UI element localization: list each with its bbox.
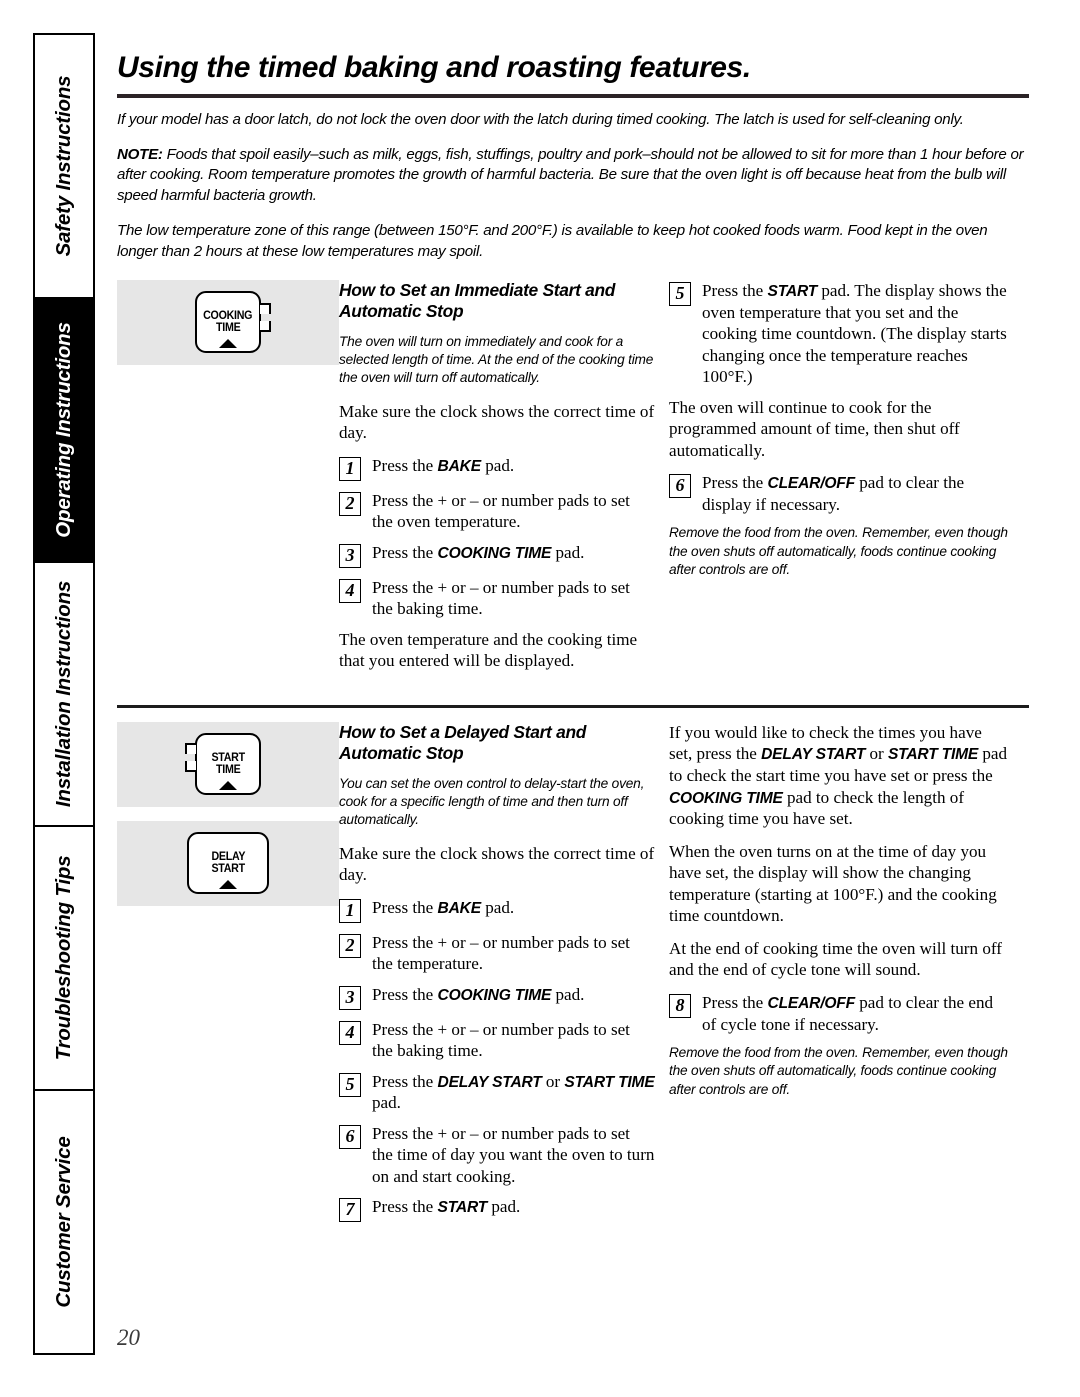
step-number: 2 bbox=[339, 933, 361, 958]
step-item: 2 Press the + or – or number pads to set… bbox=[339, 932, 655, 975]
step-item: 1 Press the BAKE pad. bbox=[339, 897, 655, 923]
triangle-icon bbox=[219, 781, 237, 791]
note-label: NOTE: bbox=[117, 145, 163, 163]
section2-clock-note: Make sure the clock shows the correct ti… bbox=[339, 843, 655, 885]
sidebar-tab-operating-instructions[interactable]: Operating Instructions bbox=[35, 299, 93, 563]
section2-display-note: When the oven turns on at the time of da… bbox=[669, 841, 997, 926]
bracket-mark-icon bbox=[260, 303, 271, 315]
section2-end-of-cycle-note: At the end of cooking time the oven will… bbox=[669, 938, 1002, 980]
pad-label-line2: TIME bbox=[215, 763, 241, 777]
step-text: Press the + or – or number pads to set t… bbox=[372, 577, 630, 619]
section2-right-column: If you would like to check the times you… bbox=[669, 722, 1009, 1232]
step-item: 3 Press the COOKING TIME pad. bbox=[339, 984, 655, 1010]
start-time-pad[interactable]: START TIME bbox=[195, 733, 261, 796]
intro-paragraph-note: NOTE: Foods that spoil easily–such as mi… bbox=[117, 145, 1029, 206]
section2-pad-column: START TIME DELAY START bbox=[117, 721, 339, 1232]
intro-paragraph-latch: If your model has a door latch, do not l… bbox=[117, 110, 964, 128]
step-number: 1 bbox=[339, 898, 361, 923]
pad-graphic-cooking-time: COOKING TIME bbox=[117, 279, 339, 365]
step-text: Press the CLEAR/OFF pad to clear the dis… bbox=[702, 473, 965, 514]
bracket-mark-icon bbox=[185, 761, 196, 773]
step-item: 4 Press the + or – or number pads to set… bbox=[339, 577, 655, 620]
page-number: 20 bbox=[117, 1325, 140, 1350]
step-number: 1 bbox=[339, 456, 361, 481]
section1-after-steps: The oven temperature and the cooking tim… bbox=[339, 629, 638, 671]
step-text: Press the CLEAR/OFF pad to clear the end… bbox=[702, 992, 994, 1034]
section1-clock-note: Make sure the clock shows the correct ti… bbox=[339, 401, 655, 443]
step-number: 6 bbox=[669, 474, 691, 499]
step-item: 2 Press the + or – or number pads to set… bbox=[339, 490, 655, 533]
title-divider bbox=[117, 93, 1029, 98]
step-number: 7 bbox=[339, 1198, 361, 1223]
pad-graphic-start-time: START TIME bbox=[117, 721, 339, 807]
step-number: 2 bbox=[339, 491, 361, 516]
step-text: Press the + or – or number pads to set t… bbox=[372, 490, 630, 532]
step-item: 7 Press the START pad. bbox=[339, 1196, 655, 1223]
section2-check-times-note: If you would like to check the times you… bbox=[669, 722, 1008, 829]
page-title: Using the timed baking and roasting feat… bbox=[117, 51, 751, 84]
step-item: 3 Press the COOKING TIME pad. bbox=[339, 542, 655, 568]
sidebar-tab-installation-instructions[interactable]: Installation Instructions bbox=[35, 563, 93, 827]
note-body: Foods that spoil easily–such as milk, eg… bbox=[117, 145, 1024, 204]
step-number: 5 bbox=[669, 281, 691, 306]
step-text: Press the + or – or number pads to set t… bbox=[372, 1019, 630, 1061]
step-item: 1 Press the BAKE pad. bbox=[339, 455, 655, 481]
sidebar-tab-customer-service[interactable]: Customer Service bbox=[35, 1091, 93, 1353]
section1-continue-note: The oven will continue to cook for the p… bbox=[669, 397, 960, 460]
step-text: Press the COOKING TIME pad. bbox=[372, 542, 585, 562]
sidebar-tab-label: Installation Instructions bbox=[52, 580, 75, 808]
sidebar-tabs: Safety Instructions Operating Instructio… bbox=[33, 33, 95, 1355]
section-delayed-start: START TIME DELAY START How to Set a Dela… bbox=[117, 721, 1029, 1232]
section1-heading: How to Set an Immediate Start and Automa… bbox=[339, 279, 616, 321]
step-text: Press the + or – or number pads to set t… bbox=[372, 932, 630, 974]
step-number: 5 bbox=[339, 1072, 361, 1097]
step-item: 8 Press the CLEAR/OFF pad to clear the e… bbox=[669, 992, 1009, 1035]
cooking-time-pad[interactable]: COOKING TIME bbox=[195, 291, 261, 354]
step-item: 5 Press the DELAY START or START TIME pa… bbox=[339, 1071, 655, 1114]
section2-left-column: How to Set a Delayed Start and Automatic… bbox=[339, 722, 669, 1232]
step-item: 5 Press the START pad. The display shows… bbox=[669, 280, 1009, 388]
delay-start-pad[interactable]: DELAY START bbox=[187, 832, 269, 895]
bracket-mark-icon bbox=[185, 743, 196, 755]
section-divider bbox=[117, 704, 1029, 708]
section1-right-column: 5 Press the START pad. The display shows… bbox=[669, 280, 1009, 683]
step-text: Press the + or – or number pads to set t… bbox=[372, 1123, 655, 1186]
step-item: 6 Press the CLEAR/OFF pad to clear the d… bbox=[669, 472, 1009, 515]
triangle-icon bbox=[219, 880, 237, 890]
section2-remove-food-note: Remove the food from the oven. Remember,… bbox=[669, 1045, 1008, 1097]
intro-paragraph-low-temp: The low temperature zone of this range (… bbox=[117, 222, 988, 260]
section2-heading: How to Set a Delayed Start and Automatic… bbox=[339, 721, 587, 763]
sidebar-tab-label: Customer Service bbox=[52, 1136, 75, 1308]
pad-graphic-delay-start: DELAY START bbox=[117, 820, 339, 906]
step-number: 3 bbox=[339, 985, 361, 1010]
section-immediate-start: COOKING TIME How to Set an Immediate Sta… bbox=[117, 279, 1029, 683]
section1-remove-food-note: Remove the food from the oven. Remember,… bbox=[669, 525, 1008, 577]
pad-label-line2: TIME bbox=[215, 321, 241, 335]
bracket-mark-icon bbox=[260, 321, 271, 333]
step-item: 4 Press the + or – or number pads to set… bbox=[339, 1019, 655, 1062]
step-number: 6 bbox=[339, 1124, 361, 1149]
step-number: 3 bbox=[339, 543, 361, 568]
sidebar-tab-troubleshooting-tips[interactable]: Troubleshooting Tips bbox=[35, 827, 93, 1091]
step-text: Press the BAKE pad. bbox=[372, 455, 515, 475]
sidebar-tab-label: Operating Instructions bbox=[52, 322, 75, 538]
step-text: Press the DELAY START or START TIME pad. bbox=[372, 1071, 655, 1113]
section1-left-column: How to Set an Immediate Start and Automa… bbox=[339, 280, 669, 683]
sidebar-tab-label: Safety Instructions bbox=[52, 75, 75, 257]
section1-intro: The oven will turn on immediately and co… bbox=[339, 333, 654, 386]
step-number: 4 bbox=[339, 1020, 361, 1045]
step-number: 8 bbox=[669, 993, 691, 1018]
section2-intro: You can set the oven control to delay-st… bbox=[339, 775, 645, 828]
section1-pad-column: COOKING TIME bbox=[117, 279, 339, 683]
step-text: Press the START pad. bbox=[372, 1197, 521, 1217]
step-text: Press the BAKE pad. bbox=[372, 897, 515, 917]
triangle-icon bbox=[219, 339, 237, 349]
pad-label-line2: START bbox=[211, 862, 245, 876]
sidebar-tab-label: Troubleshooting Tips bbox=[52, 855, 75, 1061]
step-item: 6 Press the + or – or number pads to set… bbox=[339, 1123, 655, 1188]
sidebar-tab-safety-instructions[interactable]: Safety Instructions bbox=[35, 35, 93, 299]
step-text: Press the COOKING TIME pad. bbox=[372, 984, 585, 1004]
step-text: Press the START pad. The display shows t… bbox=[702, 280, 1007, 387]
step-number: 4 bbox=[339, 578, 361, 603]
